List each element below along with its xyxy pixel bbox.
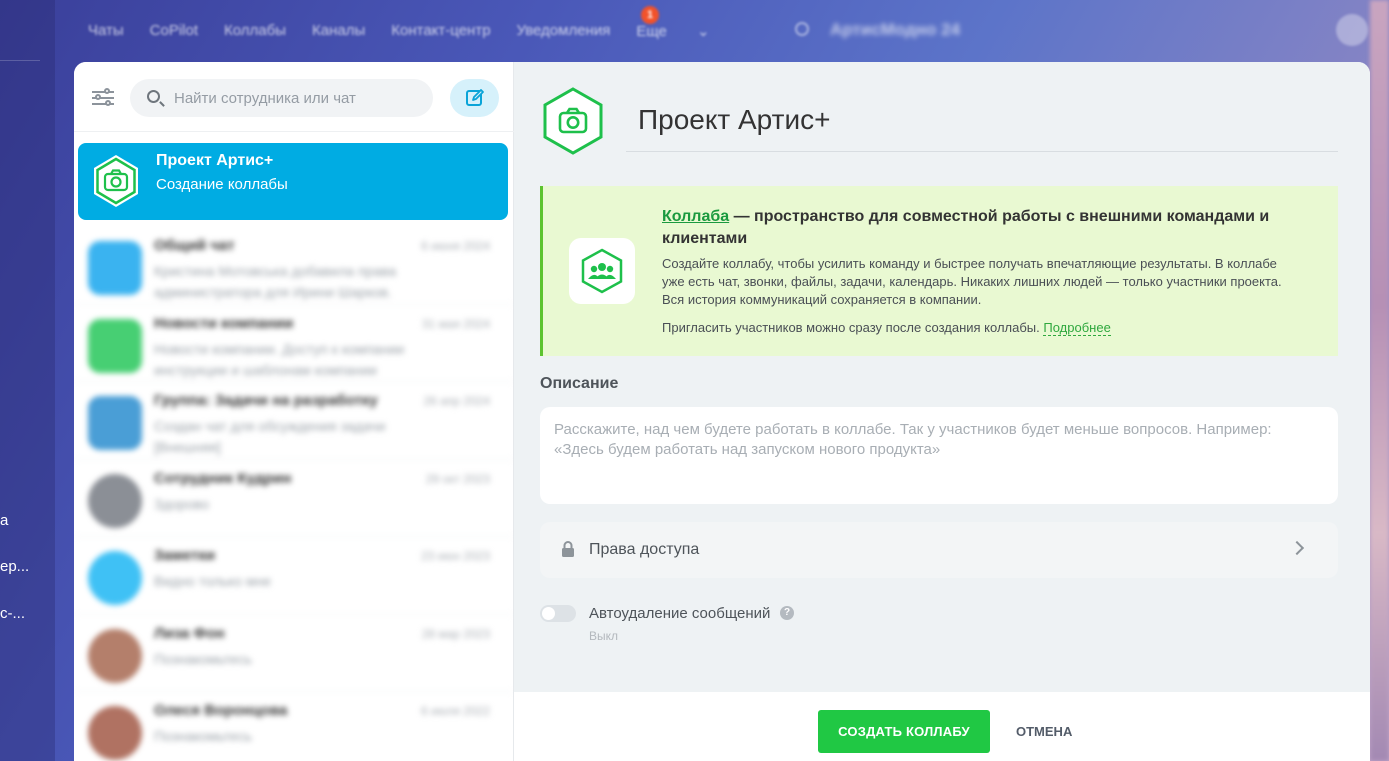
notifications-badge: 1 [641, 6, 659, 24]
chat-name: Лиза Фон [154, 624, 225, 642]
access-rights-row[interactable]: Права доступа [540, 522, 1338, 578]
search-placeholder: Найти сотрудника или чат [174, 89, 356, 107]
title-field[interactable]: Проект Артис+ [626, 100, 1338, 152]
collab-icon [569, 238, 635, 304]
chat-panel: Найти сотрудника или чат Проект Артис+ С… [74, 62, 514, 761]
info-footer-text: Пригласить участников можно сразу после … [662, 320, 1040, 335]
chat-date: 26 апр 2024 [423, 394, 490, 408]
search-icon[interactable] [795, 22, 809, 36]
info-heading: Коллаба — пространство для совместной ра… [662, 206, 1302, 250]
chat-preview: Познакомьтесь [154, 728, 252, 744]
nav-item-chats[interactable]: Чаты [88, 22, 124, 40]
top-nav-items: Чаты CoPilot Коллабы Каналы Контакт-цент… [88, 22, 736, 40]
chat-preview: Познакомьтесь [154, 650, 252, 667]
chat-date: 6 июня 2024 [421, 239, 490, 253]
chevron-right-icon [1289, 540, 1305, 556]
edit-icon [465, 89, 484, 106]
collab-create-window: Найти сотрудника или чат Проект Артис+ С… [74, 62, 1370, 761]
sidebar-fragment: с-... [0, 605, 25, 622]
list-item[interactable]: Общий чат 6 июня 2024 Кристина Мотовська… [74, 227, 514, 305]
chat-date: 29 окт 2023 [425, 471, 490, 486]
form-footer: СОЗДАТЬ КОЛЛАБУ ОТМЕНА [514, 692, 1370, 761]
autodelete-label: Автоудаление сообщений [589, 605, 771, 622]
description-field[interactable]: Расскажите, над чем будете работать в ко… [540, 407, 1338, 504]
avatar [88, 706, 142, 760]
background-decoration [1370, 0, 1389, 761]
chat-panel-header: Найти сотрудника или чат [74, 62, 514, 132]
filter-icon[interactable] [92, 88, 114, 108]
chat-preview: Новости компании. Доступ к компании инст… [154, 340, 405, 378]
sidebar-fragment: а [0, 512, 9, 529]
chat-date: 28 мар 2023 [421, 626, 490, 641]
avatar [88, 241, 142, 295]
nav-item-channels[interactable]: Каналы [312, 22, 365, 40]
info-footer: Пригласить участников можно сразу после … [662, 320, 1302, 336]
list-item[interactable]: Лиза Фон 28 мар 2023 Познакомьтесь [74, 615, 514, 692]
cancel-button[interactable]: ОТМЕНА [1010, 710, 1078, 753]
create-collab-button[interactable]: СОЗДАТЬ КОЛЛАБУ [818, 710, 990, 753]
avatar [88, 473, 142, 528]
chat-preview: Создан чат для обсуждения задачи [Внешня… [154, 418, 386, 455]
nav-item-contact-center[interactable]: Контакт-центр [391, 22, 490, 40]
camera-icon [94, 155, 138, 207]
chat-name: Олеся Воронцова [154, 702, 288, 719]
list-item[interactable]: Заметки 23 июн 2023 Видно только мне [74, 537, 514, 615]
search-input[interactable]: Найти сотрудника или чат [130, 79, 433, 117]
chat-date: 31 мая 2024 [421, 316, 490, 331]
access-rights-label: Права доступа [589, 541, 700, 558]
nav-item-notifications[interactable]: Уведомления [517, 22, 611, 40]
camera-icon[interactable] [539, 87, 607, 155]
help-icon[interactable]: ? [780, 606, 794, 620]
chat-list: Общий чат 6 июня 2024 Кристина Мотовська… [74, 227, 514, 761]
chat-subtitle: Создание коллабы [156, 176, 288, 193]
avatar [88, 628, 142, 683]
chat-name: Группа: Задачи на разработку [154, 392, 378, 409]
avatar [88, 551, 142, 605]
chat-name: Заметки [154, 547, 216, 564]
top-navigation: Чаты CoPilot Коллабы Каналы Контакт-цент… [0, 0, 1389, 62]
nav-item-more[interactable]: Еще ⌄ [636, 22, 709, 40]
list-item[interactable]: Новости компании 31 мая 2024 Новости ком… [74, 305, 514, 382]
autodelete-toggle[interactable] [540, 605, 576, 622]
user-avatar[interactable] [1336, 14, 1368, 46]
nav-item-more-label: Еще [636, 23, 667, 40]
nav-item-collabs[interactable]: Коллабы [224, 22, 286, 40]
collab-form: Проект Артис+ Коллаба — пространство для… [514, 62, 1370, 692]
chat-name: Сотрудник Кудрин [154, 469, 292, 487]
info-heading-text: — пространство для совместной работы с в… [662, 208, 1270, 247]
chat-date: 23 июн 2023 [420, 549, 490, 563]
avatar [88, 318, 142, 373]
sidebar-fragment: ер... [0, 558, 30, 575]
chat-name: Общий чат [154, 237, 235, 254]
description-label: Описание [540, 375, 619, 392]
list-item[interactable]: Олеся Воронцова 6 июля 2022 Познакомьтес… [74, 692, 514, 761]
lock-icon [562, 541, 574, 557]
chat-date: 6 июля 2022 [421, 704, 490, 718]
brand-logo: АртисМодно 24 [830, 20, 961, 39]
chat-item-active[interactable]: Проект Артис+ Создание коллабы [78, 143, 508, 220]
chat-preview: Здорово [154, 495, 210, 512]
autodelete-state: Выкл [589, 629, 619, 643]
list-item[interactable]: Группа: Задачи на разработку 26 апр 2024… [74, 382, 514, 460]
page-title: Проект Артис+ [638, 104, 831, 135]
background-sidebar: а ер... с-... [0, 0, 55, 761]
compose-button[interactable] [450, 79, 499, 117]
chat-title: Проект Артис+ [156, 152, 274, 169]
collab-link[interactable]: Коллаба [662, 208, 729, 225]
chat-preview: Кристина Мотовська добавила права админи… [154, 263, 397, 300]
search-icon [147, 90, 160, 103]
avatar [88, 396, 142, 450]
chat-name: Новости компании [154, 314, 294, 332]
info-banner: Коллаба — пространство для совместной ра… [540, 186, 1338, 356]
more-link[interactable]: Подробнее [1043, 320, 1111, 336]
list-item[interactable]: Сотрудник Кудрин 29 окт 2023 Здорово [74, 460, 514, 537]
chat-preview: Видно только мне [154, 573, 272, 589]
info-body: Создайте коллабу, чтобы усилить команду … [662, 256, 1282, 307]
nav-item-copilot[interactable]: CoPilot [150, 22, 198, 40]
